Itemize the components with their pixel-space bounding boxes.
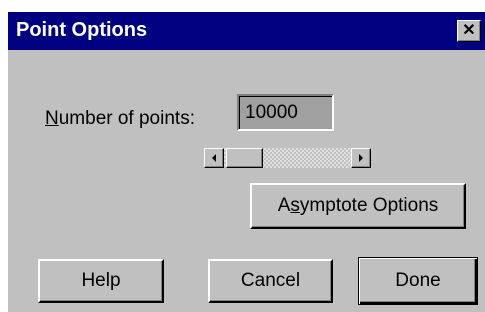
number-of-points-label: Number of points: <box>45 108 195 130</box>
label-text: umber of points: <box>58 108 195 129</box>
points-scrollbar[interactable] <box>204 148 371 168</box>
close-button[interactable]: ✕ <box>457 20 481 42</box>
cancel-button[interactable]: Cancel <box>208 259 333 303</box>
number-of-points-field[interactable]: 10000 <box>237 94 334 131</box>
asymptote-label-pre: A <box>277 195 291 216</box>
dialog-title: Point Options <box>16 19 148 41</box>
scroll-thumb[interactable] <box>226 148 263 168</box>
asymptote-label-post: ymptote Options <box>299 195 439 216</box>
asymptote-options-button[interactable]: As ymptote Options <box>250 183 466 229</box>
scroll-right-button[interactable] <box>351 148 371 168</box>
close-icon: ✕ <box>462 22 476 39</box>
asymptote-label-accel: s <box>290 195 300 216</box>
arrow-left-icon <box>212 154 216 162</box>
point-options-dialog: Point Options ✕ Number of points: 10000 … <box>8 12 485 312</box>
title-bar: Point Options ✕ <box>8 12 485 50</box>
done-button[interactable]: Done <box>358 257 478 305</box>
scroll-left-button[interactable] <box>204 148 224 168</box>
label-accelerator: N <box>45 108 59 129</box>
help-button[interactable]: Help <box>38 259 164 303</box>
arrow-right-icon <box>359 154 363 162</box>
